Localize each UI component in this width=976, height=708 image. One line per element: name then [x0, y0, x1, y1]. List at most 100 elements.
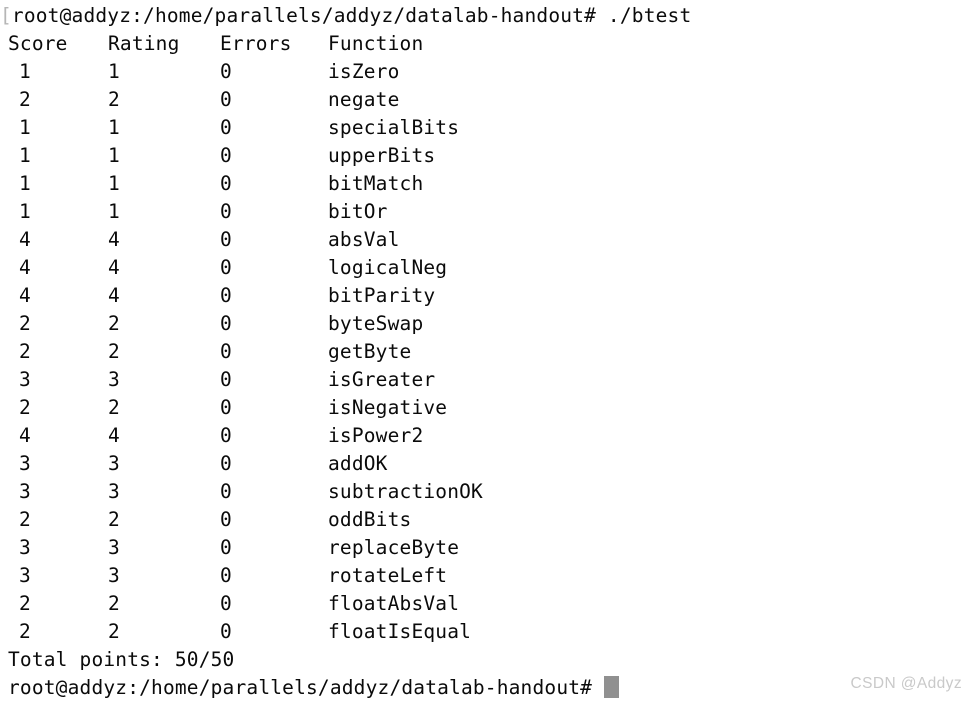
cell-function: bitOr	[328, 200, 388, 223]
cell-function: negate	[328, 88, 400, 111]
cell-errors: 0	[220, 452, 232, 475]
cell-rating: 2	[108, 592, 120, 615]
cell-errors: 0	[220, 60, 232, 83]
cell-score: 3	[19, 564, 31, 587]
cell-score: 4	[19, 228, 31, 251]
table-row: 4 4 0 logicalNeg	[0, 254, 976, 282]
cell-rating: 1	[108, 200, 120, 223]
cell-function: isGreater	[328, 368, 436, 391]
table-row: 2 2 0 getByte	[0, 338, 976, 366]
cell-errors: 0	[220, 564, 232, 587]
cell-score: 2	[19, 592, 31, 615]
cell-errors: 0	[220, 592, 232, 615]
cell-function: isZero	[328, 60, 400, 83]
cell-score: 2	[19, 396, 31, 419]
table-row: 3 3 0 replaceByte	[0, 534, 976, 562]
cell-function: logicalNeg	[328, 256, 448, 279]
command-line: [root@addyz:/home/parallels/addyz/datala…	[0, 2, 976, 30]
cell-errors: 0	[220, 88, 232, 111]
cell-errors: 0	[220, 536, 232, 559]
shell-prompt: root@addyz:/home/parallels/addyz/datalab…	[11, 4, 597, 27]
table-row: 1 1 0 bitMatch	[0, 170, 976, 198]
cell-rating: 3	[108, 452, 120, 475]
cell-rating: 2	[108, 396, 120, 419]
cell-score: 1	[19, 144, 31, 167]
cell-function: bitMatch	[328, 172, 424, 195]
cell-score: 2	[19, 620, 31, 643]
cell-score: 3	[19, 368, 31, 391]
cell-function: isNegative	[328, 396, 448, 419]
cell-rating: 1	[108, 60, 120, 83]
cell-errors: 0	[220, 200, 232, 223]
block-cursor[interactable]	[604, 676, 620, 698]
cell-errors: 0	[220, 424, 232, 447]
cell-score: 1	[19, 200, 31, 223]
column-header-errors: Errors	[220, 32, 292, 55]
cell-errors: 0	[220, 228, 232, 251]
csdn-watermark: CSDN @Addyz	[850, 675, 962, 692]
cell-rating: 2	[108, 620, 120, 643]
total-points-line: Total points: 50/50	[8, 648, 235, 671]
terminal-window[interactable]: [root@addyz:/home/parallels/addyz/datala…	[0, 0, 976, 708]
final-shell-prompt: root@addyz:/home/parallels/addyz/datalab…	[8, 676, 593, 699]
cell-rating: 3	[108, 368, 120, 391]
table-row: 4 4 0 bitParity	[0, 282, 976, 310]
cell-rating: 1	[108, 172, 120, 195]
cell-function: upperBits	[328, 144, 436, 167]
cell-score: 2	[19, 88, 31, 111]
table-row: 4 4 0 isPower2	[0, 422, 976, 450]
table-row: 2 2 0 floatAbsVal	[0, 590, 976, 618]
cell-rating: 2	[108, 88, 120, 111]
cell-function: byteSwap	[328, 312, 424, 335]
table-row: 3 3 0 isGreater	[0, 366, 976, 394]
cell-rating: 3	[108, 564, 120, 587]
cell-rating: 4	[108, 256, 120, 279]
cell-score: 3	[19, 452, 31, 475]
cell-score: 1	[19, 60, 31, 83]
cell-function: oddBits	[328, 508, 412, 531]
cell-errors: 0	[220, 620, 232, 643]
cell-errors: 0	[220, 144, 232, 167]
cell-score: 2	[19, 508, 31, 531]
shell-command: ./btest	[596, 4, 692, 27]
table-body: 1 1 0 isZero 2 2 0 negate 1 1 0 specialBits 1 1 0 upper…	[0, 58, 976, 646]
cell-score: 4	[19, 256, 31, 279]
cell-score: 3	[19, 480, 31, 503]
table-row: 2 2 0 byteSwap	[0, 310, 976, 338]
table-row: 2 2 0 floatIsEqual	[0, 618, 976, 646]
cell-function: addOK	[328, 452, 388, 475]
table-row: 1 1 0 upperBits	[0, 142, 976, 170]
cell-function: subtractionOK	[328, 480, 483, 503]
cell-errors: 0	[220, 480, 232, 503]
column-header-rating: Rating	[108, 32, 180, 55]
cell-rating: 4	[108, 424, 120, 447]
cell-score: 3	[19, 536, 31, 559]
terminal-output: [root@addyz:/home/parallels/addyz/datala…	[0, 2, 976, 702]
cell-rating: 2	[108, 340, 120, 363]
cell-rating: 4	[108, 228, 120, 251]
cell-rating: 2	[108, 508, 120, 531]
table-header-row: Score Rating Errors Function	[0, 30, 976, 58]
cell-function: replaceByte	[328, 536, 460, 559]
cell-rating: 1	[108, 144, 120, 167]
cell-score: 4	[19, 284, 31, 307]
table-row: 3 3 0 subtractionOK	[0, 478, 976, 506]
cell-errors: 0	[220, 284, 232, 307]
cell-function: getByte	[328, 340, 412, 363]
cell-errors: 0	[220, 256, 232, 279]
table-row: 1 1 0 isZero	[0, 58, 976, 86]
cell-errors: 0	[220, 396, 232, 419]
cell-function: absVal	[328, 228, 400, 251]
cell-rating: 1	[108, 116, 120, 139]
table-row: 3 3 0 rotateLeft	[0, 562, 976, 590]
cell-score: 2	[19, 312, 31, 335]
cell-errors: 0	[220, 312, 232, 335]
bracket-artifact: [	[0, 4, 12, 27]
cell-function: floatAbsVal	[328, 592, 460, 615]
cell-errors: 0	[220, 368, 232, 391]
cell-score: 1	[19, 116, 31, 139]
column-header-function: Function	[328, 32, 424, 55]
final-prompt-line: root@addyz:/home/parallels/addyz/datalab…	[0, 674, 976, 702]
column-header-score: Score	[8, 32, 68, 55]
cell-rating: 4	[108, 284, 120, 307]
